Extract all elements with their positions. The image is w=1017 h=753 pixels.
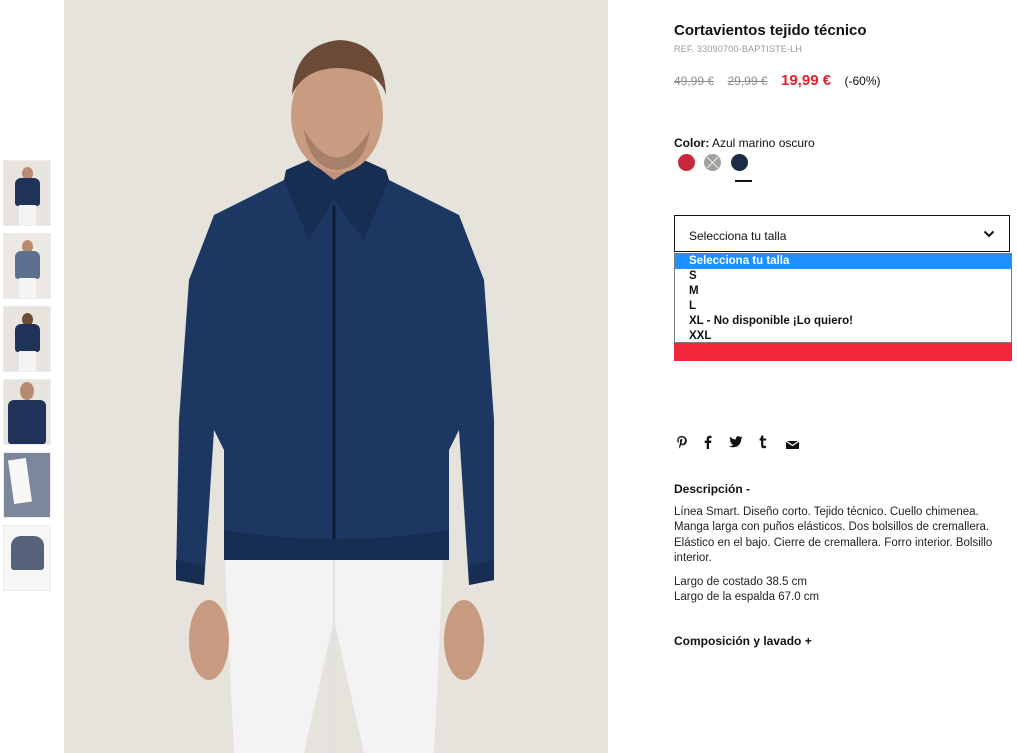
thumbnail-flat-lay[interactable] (3, 525, 51, 591)
size-option-l[interactable]: L (675, 299, 1011, 314)
selected-swatch-indicator (735, 180, 752, 182)
main-product-image[interactable] (64, 0, 608, 753)
thumbnail-back[interactable] (3, 306, 51, 372)
size-select-value: Selecciona tu talla (689, 229, 787, 243)
price-block: 49,99 € 29,99 € 19,99 € (-60%) (674, 72, 881, 90)
thumbnail-figure-legs (19, 278, 36, 298)
chevron-down-icon (983, 227, 995, 245)
size-option-placeholder[interactable]: Selecciona tu talla (675, 254, 1011, 269)
pinterest-icon[interactable] (676, 435, 688, 454)
size-select[interactable]: Selecciona tu talla (674, 215, 1010, 252)
size-option-xxl[interactable]: XXL (675, 329, 1011, 344)
measurements: Largo de costado 38.5 cm Largo de la esp… (674, 575, 819, 606)
email-icon[interactable] (785, 437, 800, 455)
thumbnail-list (3, 160, 51, 598)
swatch-grey[interactable] (704, 154, 721, 171)
size-option-s[interactable]: S (675, 269, 1011, 284)
size-option-xl[interactable]: XL - No disponible ¡Lo quiero! (675, 314, 1011, 329)
discount-badge: (-60%) (844, 74, 881, 88)
thumbnail-detail[interactable] (3, 452, 51, 518)
thumbnail-figure-jacket (15, 251, 40, 279)
thumbnail-figure-legs (19, 205, 36, 225)
previous-price: 29,99 € (727, 74, 768, 88)
product-title: Cortavientos tejido técnico (674, 22, 867, 39)
size-dropdown-list: Selecciona tu talla S M L XL - No dispon… (674, 253, 1012, 343)
thumbnail-figure-head (20, 382, 34, 400)
color-value: Azul marino oscuro (712, 136, 815, 150)
composition-toggle[interactable]: Composición y lavado + (674, 634, 812, 648)
thumbnail-jacket-flat (11, 536, 44, 570)
measure-back-length: Largo de la espalda 67.0 cm (674, 591, 820, 604)
facebook-icon[interactable] (704, 435, 712, 454)
model-illustration (64, 0, 608, 753)
thumbnail-full-body[interactable] (3, 233, 51, 299)
tumblr-icon[interactable] (759, 435, 768, 454)
thumbnail-figure-jacket (8, 400, 46, 444)
sale-price: 19,99 € (781, 72, 832, 89)
swatch-navy[interactable] (731, 154, 748, 171)
thumbnail-closeup[interactable] (3, 379, 51, 445)
color-selection-label: Color: Azul marino oscuro (674, 136, 815, 150)
description-text: Línea Smart. Diseño corto. Tejido técnic… (674, 506, 993, 564)
twitter-icon[interactable] (729, 435, 743, 453)
product-reference: REF. 33090700-BAPTISTE-LH (674, 44, 803, 54)
size-option-m[interactable]: M (675, 284, 1011, 299)
color-label: Color: (674, 136, 710, 150)
thumbnail-figure-jacket (15, 178, 40, 206)
original-price: 49,99 € (674, 74, 715, 88)
description-toggle[interactable]: Descripción - (674, 482, 750, 496)
thumbnail-label-tag (8, 457, 32, 505)
measure-side-length: Largo de costado 38.5 cm (674, 576, 807, 588)
swatch-red[interactable] (678, 154, 695, 171)
thumbnail-figure-legs (19, 351, 36, 371)
thumbnail-figure-jacket (15, 324, 40, 352)
thumbnail-front[interactable] (3, 160, 51, 226)
